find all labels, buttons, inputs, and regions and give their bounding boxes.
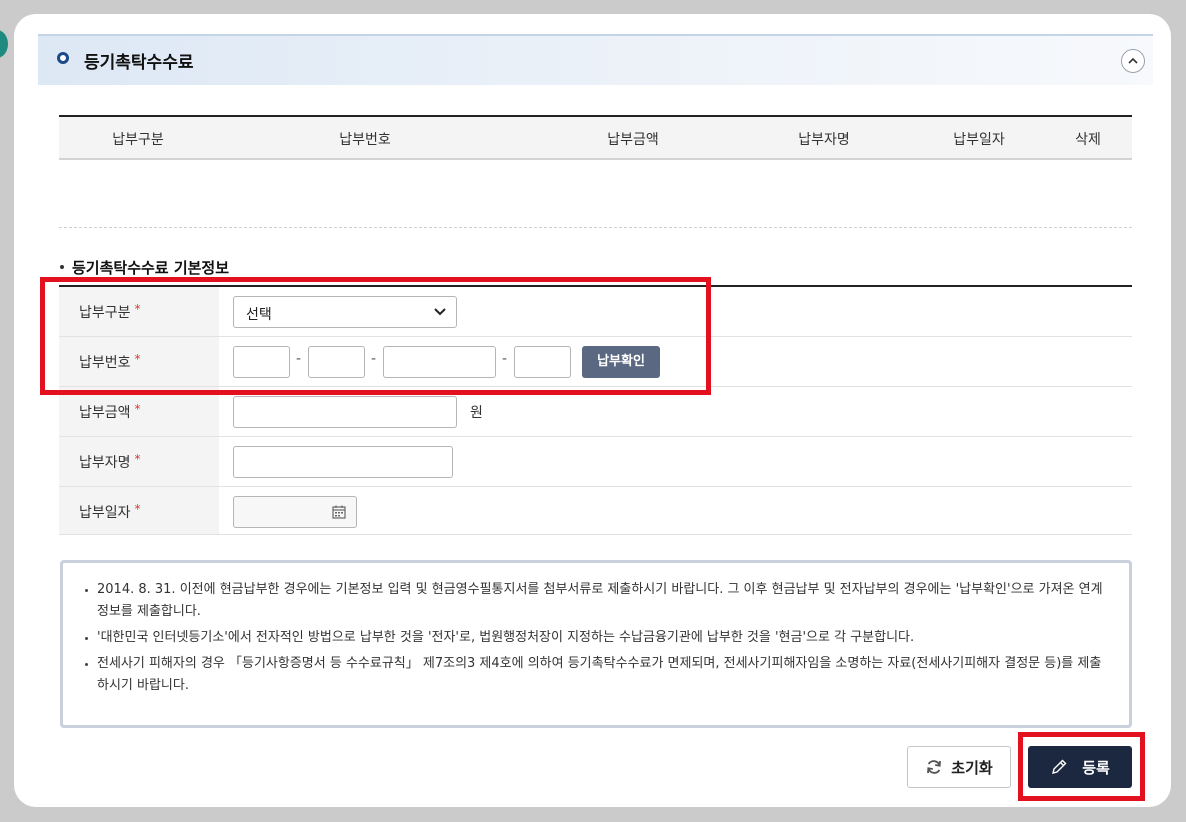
payer-name-label: 납부자명 [79, 455, 131, 471]
side-indicator [0, 30, 8, 58]
notice-list: 2014. 8. 31. 이전에 현금납부한 경우에는 기본정보 입력 및 현금… [85, 579, 1105, 697]
highlight-box-submit [1018, 732, 1145, 801]
payment-list-table: 납부구분 납부번호 납부금액 납부자명 납부일자 삭제 [59, 115, 1132, 160]
section-bullet-icon [57, 52, 69, 64]
column-header: 납부일자 [953, 132, 1005, 148]
required-mark: * [134, 502, 141, 516]
notice-box: 2014. 8. 31. 이전에 현금납부한 경우에는 기본정보 입력 및 현금… [60, 560, 1132, 728]
highlight-box-payment-fields [40, 277, 711, 395]
required-mark: * [134, 452, 141, 466]
column-header: 납부구분 [112, 132, 164, 148]
form-title: 등기촉탁수수료 기본정보 [60, 257, 229, 278]
notice-item: '대한민국 인터넷등기소'에서 전자적인 방법으로 납부한 것을 '전자'로, … [85, 627, 1105, 649]
column-header: 납부자명 [798, 132, 850, 148]
payment-amount-input[interactable] [233, 396, 457, 428]
bullet-icon [60, 265, 64, 269]
divider [59, 227, 1132, 228]
column-header: 납부금액 [607, 132, 659, 148]
row-payment-date: 납부일자 * [59, 487, 1132, 535]
currency-unit: 원 [470, 405, 483, 421]
payer-name-input[interactable] [233, 446, 453, 478]
required-mark: * [134, 402, 141, 416]
chevron-up-icon [1128, 57, 1138, 64]
payment-date-label: 납부일자 [79, 505, 131, 521]
calendar-icon[interactable] [332, 505, 346, 519]
notice-item: 2014. 8. 31. 이전에 현금납부한 경우에는 기본정보 입력 및 현금… [85, 579, 1105, 623]
row-payer-name: 납부자명 * [59, 437, 1132, 487]
notice-item: 전세사기 피해자의 경우 「등기사항증명서 등 수수료규칙」 제7조의3 제4호… [85, 653, 1105, 697]
reset-button[interactable]: 초기화 [907, 746, 1011, 788]
payment-amount-label: 납부금액 [79, 405, 131, 421]
reset-label: 초기화 [951, 758, 993, 777]
main-panel: 등기촉탁수수료 납부구분 납부번호 납부금액 납부자명 납부일자 삭제 등기촉탁… [14, 14, 1171, 807]
section-header: 등기촉탁수수료 [38, 34, 1153, 85]
collapse-button[interactable] [1121, 49, 1145, 73]
column-header: 납부번호 [339, 132, 391, 148]
payment-date-input[interactable] [233, 496, 357, 528]
refresh-icon [927, 760, 942, 774]
column-header: 삭제 [1075, 132, 1101, 148]
section-title: 등기촉탁수수료 [84, 53, 194, 73]
